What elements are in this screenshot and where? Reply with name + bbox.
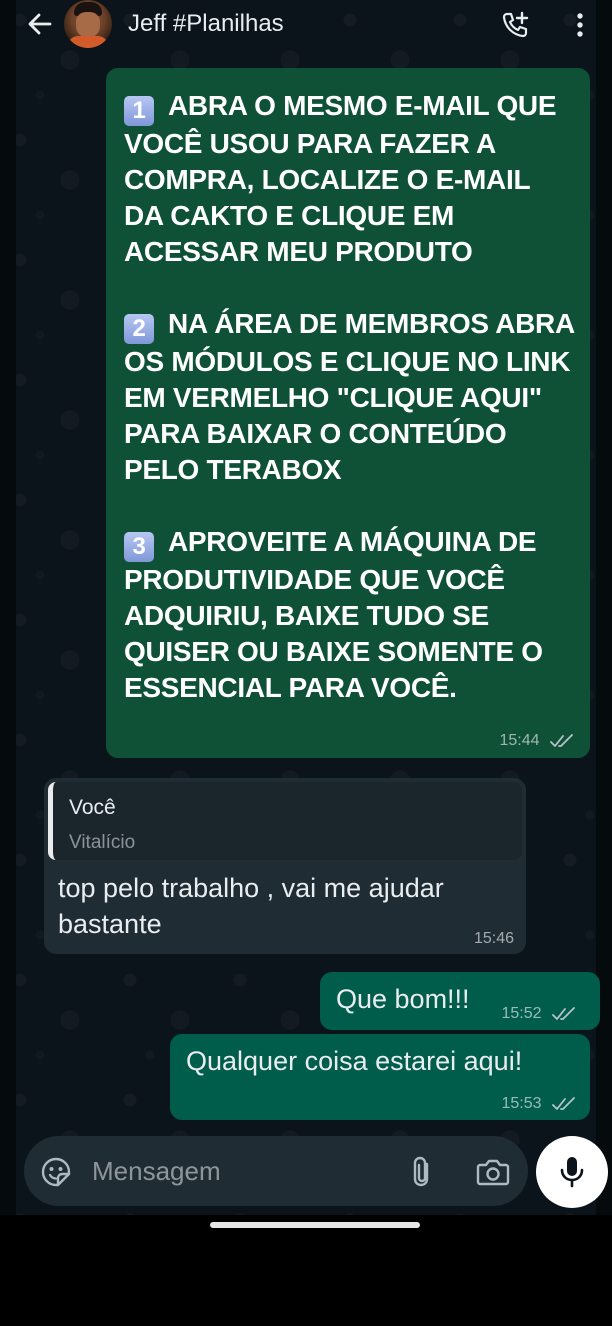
message-input[interactable] bbox=[92, 1154, 392, 1188]
message-text: Qualquer coisa estarei aqui! bbox=[186, 1046, 523, 1076]
camera-icon[interactable] bbox=[476, 1156, 510, 1188]
back-arrow-icon[interactable] bbox=[26, 10, 54, 38]
message-time: 15:53 bbox=[501, 1095, 542, 1112]
add-call-icon[interactable] bbox=[500, 10, 530, 40]
message-text: 1 ABRA O MESMO E-MAIL QUE VOCÊ USOU PARA … bbox=[124, 88, 576, 706]
double-check-icon bbox=[552, 1006, 575, 1020]
avatar[interactable] bbox=[64, 0, 112, 48]
contact-name[interactable]: Jeff #Planilhas bbox=[128, 10, 284, 38]
message-bubble-outgoing[interactable]: Qualquer coisa estarei aqui! 15:53 bbox=[170, 1034, 590, 1120]
message-time: 15:44 bbox=[499, 732, 540, 749]
right-edge bbox=[596, 0, 612, 1215]
keycap-number-emoji: 2 bbox=[124, 314, 154, 344]
instruction-paragraph: 1 ABRA O MESMO E-MAIL QUE VOCÊ USOU PARA … bbox=[124, 90, 557, 267]
left-edge bbox=[0, 0, 16, 1215]
keycap-number-emoji: 3 bbox=[124, 532, 154, 562]
microphone-button[interactable] bbox=[536, 1136, 608, 1208]
quoted-author: Você bbox=[69, 796, 116, 819]
quoted-text: Vitalício bbox=[69, 832, 136, 853]
message-meta: 15:46 bbox=[474, 930, 514, 948]
chat-header: Jeff #Planilhas bbox=[16, 0, 596, 48]
more-vertical-icon[interactable] bbox=[568, 10, 592, 40]
message-time: 15:52 bbox=[501, 1005, 542, 1022]
emoji-sticker-icon[interactable] bbox=[40, 1156, 72, 1188]
paperclip-icon[interactable] bbox=[408, 1154, 438, 1190]
keycap-number-emoji: 1 bbox=[124, 96, 154, 126]
instruction-paragraph: 3 APROVEITE A MÁQUINA DE PRODUTIVIDADE QU… bbox=[124, 526, 543, 703]
message-text: Que bom!!! bbox=[336, 984, 470, 1014]
message-text: top pelo trabalho , vai me ajudar bastan… bbox=[58, 873, 444, 939]
home-indicator[interactable] bbox=[210, 1222, 420, 1228]
message-bubble-outgoing[interactable]: 1 ABRA O MESMO E-MAIL QUE VOCÊ USOU PARA … bbox=[106, 68, 590, 758]
message-meta: 15:44 bbox=[500, 732, 575, 750]
message-meta: 15:53 bbox=[502, 1095, 577, 1113]
double-check-icon bbox=[552, 1096, 575, 1110]
message-bubble-outgoing[interactable]: Que bom!!! 15:52 bbox=[320, 972, 600, 1030]
double-check-icon bbox=[550, 733, 573, 747]
message-meta: 15:52 bbox=[502, 1005, 577, 1023]
message-bubble-incoming[interactable]: Você Vitalício top pelo trabalho , vai m… bbox=[44, 778, 526, 954]
microphone-icon bbox=[560, 1157, 584, 1188]
message-composer bbox=[24, 1136, 528, 1206]
quoted-message[interactable]: Você Vitalício bbox=[48, 782, 522, 860]
instruction-paragraph: 2 NA ÁREA DE MEMBROS ABRA OS MÓDULOS E CL… bbox=[124, 308, 574, 485]
message-time: 15:46 bbox=[473, 930, 514, 947]
